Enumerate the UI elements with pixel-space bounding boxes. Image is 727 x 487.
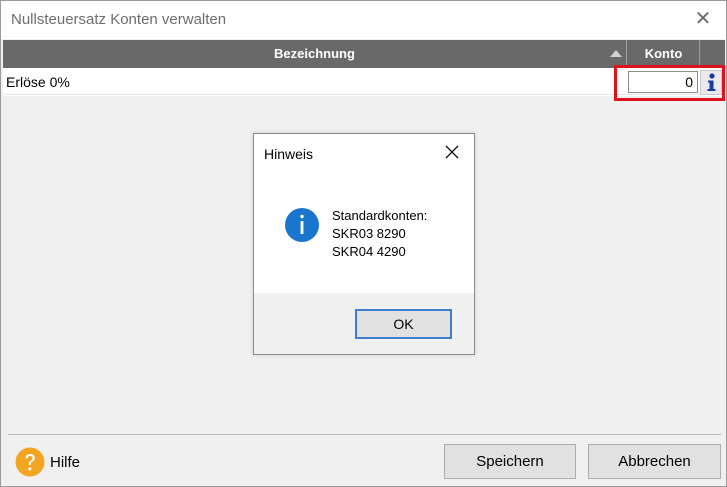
- help-label: Hilfe: [50, 454, 81, 471]
- info-icon: [707, 73, 716, 91]
- column-header-konto[interactable]: Konto: [628, 40, 700, 68]
- window-title: Nullsteuersatz Konten verwalten: [11, 11, 227, 28]
- sort-ascending-icon: [610, 50, 622, 57]
- column-header-extra: [701, 40, 725, 68]
- konto-input[interactable]: 0: [628, 71, 698, 93]
- help-icon: [15, 447, 45, 477]
- message-line: Standardkonten:: [332, 208, 428, 223]
- dialog-title: Hinweis: [264, 146, 314, 162]
- ok-button[interactable]: OK: [355, 309, 452, 339]
- grid-header: Bezeichnung Konto: [3, 40, 725, 68]
- message-line: SKR04 4290: [332, 244, 406, 259]
- message-line: SKR03 8290: [332, 226, 406, 241]
- row-bezeichnung: Erlöse 0%: [6, 74, 70, 90]
- dialog-close-button[interactable]: [442, 142, 462, 162]
- dialog-content: Hinweis Standardkonten: SKR03 8290 SKR04…: [254, 134, 474, 293]
- info-circle-icon: [285, 208, 319, 242]
- info-button[interactable]: [700, 70, 722, 95]
- dialog-message: Standardkonten: SKR03 8290 SKR04 4290: [332, 207, 427, 261]
- hint-dialog: Hinweis Standardkonten: SKR03 8290 SKR04…: [253, 133, 475, 355]
- close-icon: [445, 145, 459, 159]
- cancel-button[interactable]: Abbrechen: [588, 444, 721, 479]
- column-header-bezeichnung[interactable]: Bezeichnung: [3, 40, 627, 68]
- main-window: Nullsteuersatz Konten verwalten ✕ Bezeic…: [0, 0, 727, 487]
- save-button[interactable]: Speichern: [444, 444, 576, 479]
- title-bar: Nullsteuersatz Konten verwalten ✕: [1, 1, 726, 39]
- window-close-button[interactable]: ✕: [690, 7, 716, 33]
- footer-divider: [8, 434, 721, 435]
